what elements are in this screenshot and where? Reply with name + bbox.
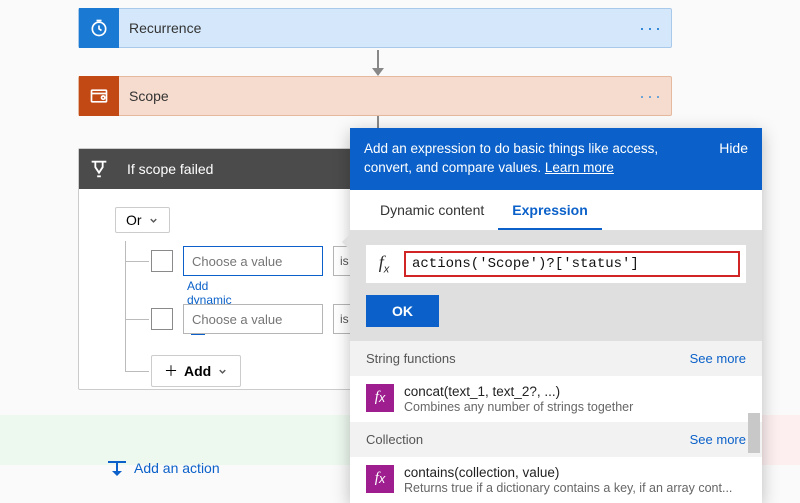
add-condition-button[interactable]: ＋ Add: [151, 355, 241, 387]
scope-menu-icon[interactable]: ···: [631, 86, 671, 107]
condition-row: is eq: [151, 302, 373, 336]
expression-panel: Add an expression to do basic things lik…: [350, 128, 762, 503]
panel-beak: [342, 234, 350, 250]
tab-expression[interactable]: Expression: [498, 190, 601, 230]
fx-icon: fx: [366, 252, 402, 276]
category-name: String functions: [366, 351, 456, 366]
recurrence-card[interactable]: Recurrence ···: [78, 8, 672, 48]
function-signature: concat(text_1, text_2?, ...): [404, 384, 746, 399]
operator-label: Or: [126, 212, 142, 228]
condition-row: is eq: [151, 244, 373, 278]
learn-more-link[interactable]: Learn more: [545, 160, 614, 175]
value-input[interactable]: [183, 246, 323, 276]
arrow-down-icon: [372, 50, 384, 76]
operator-dropdown[interactable]: Or: [115, 207, 170, 233]
scrollbar-thumb[interactable]: [748, 413, 760, 453]
chevron-down-icon: [148, 215, 159, 226]
recurrence-menu-icon[interactable]: ···: [631, 18, 671, 39]
function-item[interactable]: fx contains(collection, value) Returns t…: [350, 457, 762, 503]
panel-tabs: Dynamic content Expression: [350, 190, 762, 231]
tab-dynamic-content[interactable]: Dynamic content: [366, 190, 498, 230]
expression-input[interactable]: [404, 251, 740, 277]
function-description: Returns true if a dictionary contains a …: [404, 481, 746, 495]
clock-icon: [79, 8, 119, 48]
true-branch-zone: [0, 415, 400, 465]
function-item[interactable]: fx concat(text_1, text_2?, ...) Combines…: [350, 376, 762, 422]
category-header: Collection See more: [350, 422, 762, 457]
panel-header: Add an expression to do basic things lik…: [350, 128, 762, 190]
function-signature: contains(collection, value): [404, 465, 746, 480]
category-name: Collection: [366, 432, 423, 447]
row-checkbox[interactable]: [151, 250, 173, 272]
panel-tip: Add an expression to do basic things lik…: [364, 141, 658, 175]
insert-step-icon: [108, 461, 126, 475]
fx-icon: fx: [366, 384, 394, 412]
scope-card[interactable]: Scope ···: [78, 76, 672, 116]
see-more-link[interactable]: See more: [690, 351, 746, 366]
ok-button[interactable]: OK: [366, 295, 439, 327]
fx-icon: fx: [366, 465, 394, 493]
recurrence-title: Recurrence: [119, 20, 631, 36]
scope-icon: [79, 76, 119, 116]
add-action-button[interactable]: Add an action: [108, 460, 220, 476]
condition-icon: [79, 149, 119, 189]
scope-title: Scope: [119, 88, 631, 104]
see-more-link[interactable]: See more: [690, 432, 746, 447]
hide-button[interactable]: Hide: [719, 140, 748, 178]
condition-title: If scope failed: [119, 161, 213, 177]
add-label: Add: [184, 363, 211, 379]
add-action-label: Add an action: [134, 460, 220, 476]
expression-input-row: fx: [366, 245, 746, 283]
category-header: String functions See more: [350, 341, 762, 376]
connector-line: [377, 116, 379, 128]
plus-icon: ＋: [164, 361, 178, 381]
value-input[interactable]: [183, 304, 323, 334]
row-checkbox[interactable]: [151, 308, 173, 330]
chevron-down-icon: [217, 366, 228, 377]
function-description: Combines any number of strings together: [404, 400, 746, 414]
